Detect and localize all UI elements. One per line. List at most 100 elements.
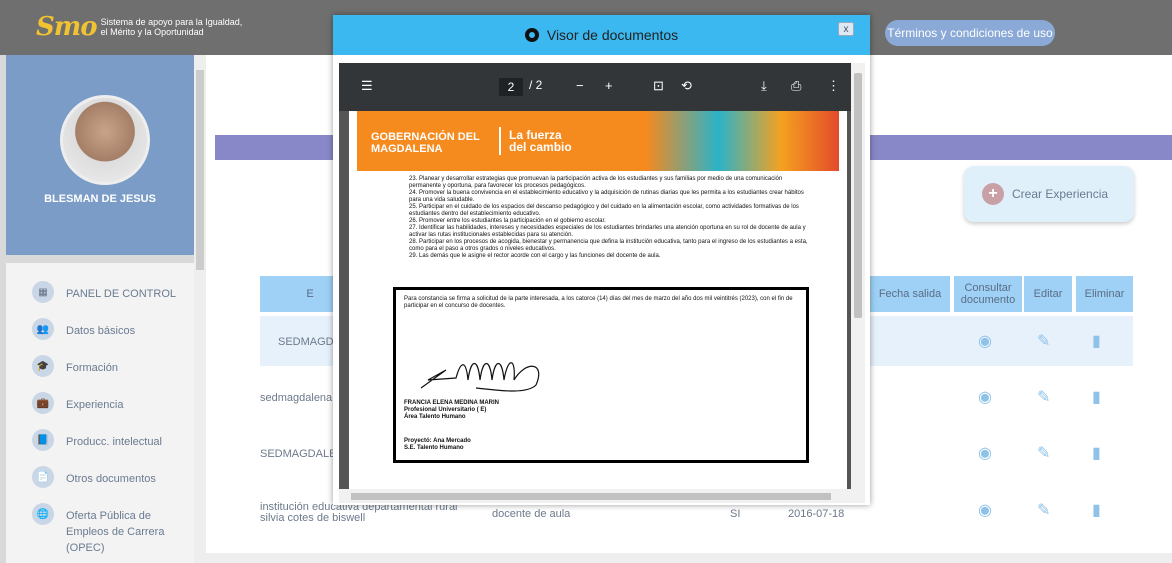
avatar [60,95,150,185]
page-banner: GOBERNACIÓN DEL MAGDALENA La fuerza del … [357,111,839,171]
sidebar-item-label: Oferta Pública de Empleos de Carrera (OP… [66,510,165,554]
crear-experiencia-label: Crear Experiencia [1012,187,1109,201]
column-header-fecha-salida: Fecha salida [870,276,950,312]
pdf-viewer: ☰ 2 / 2 − + ⊡ ⟲ ⤓ ⎙ ⋮ GOBERNACIÓN DEL MA… [339,63,865,503]
app-logo[interactable]: Smo Sistema de apoyo para la Igualdad, e… [36,12,251,42]
sidebar-item-label: Datos básicos [66,325,136,337]
pdf-page: GOBERNACIÓN DEL MAGDALENA La fuerza del … [349,111,847,489]
proyecto-block: Proyectó: Ana Mercado S.E. Talento Human… [404,438,471,452]
doc-item: 24. Promover la buena convivencia en el … [409,190,804,203]
sidebar-menu: ▦ PANEL DE CONTROL 👥 Datos básicos 🎓 For… [6,263,194,563]
trash-icon[interactable]: ▮ [1092,387,1101,407]
zoom-in-icon[interactable]: + [605,78,613,93]
doc-item: 29. Las demás que le asigne el rector ac… [409,253,661,259]
menu-icon[interactable]: ☰ [361,78,373,94]
download-icon[interactable]: ⤓ [761,78,767,94]
signer-name: FRANCIA ELENA MEDINA MARIN [404,400,499,406]
eye-icon[interactable]: ◉ [978,500,992,520]
briefcase-icon: 💼 [32,392,54,414]
plus-icon: + [982,183,1004,205]
banner-divider [499,127,501,155]
sidebar-item-label: Experiencia [66,399,124,411]
column-header-eliminar: Eliminar [1076,276,1133,312]
modal-title: Visor de documentos [546,27,679,43]
pencil-icon[interactable]: ✎ [1037,500,1050,520]
logo-text: Sistema de apoyo para la Igualdad, el Mé… [100,17,243,37]
horizontal-scrollbar[interactable] [206,553,1172,563]
doc-item: 28. Participar en los procesos de acogid… [409,239,808,252]
document-viewer-modal: Visor de documentos x ☰ 2 / 2 − + ⊡ ⟲ ⤓ … [333,15,870,505]
zoom-out-icon[interactable]: − [576,78,584,93]
sidebar: BLESMAN DE JESUS ▦ PANEL DE CONTROL 👥 Da… [0,55,206,563]
doc-item: 23. Planear y desarrollar estrategias qu… [409,176,783,189]
doc-item: 25. Participar en el cuidado de los espa… [409,204,799,217]
trash-icon[interactable]: ▮ [1092,443,1101,463]
eye-icon[interactable]: ◉ [978,387,992,407]
terms-button[interactable]: Términos y condiciones de uso [885,20,1055,46]
viewer-vertical-thumb[interactable] [854,73,862,318]
modal-header: Visor de documentos x [333,15,870,55]
rotate-icon[interactable]: ⟲ [681,78,692,94]
cell-entidad: sedmagdalena [260,392,333,404]
pencil-icon[interactable]: ✎ [1037,331,1050,351]
sidebar-item-panel[interactable]: ▦ PANEL DE CONTROL [6,281,194,303]
signer-area: Área Talento Humano [404,414,466,420]
cell-fecha-ingreso: 2016-07-18 [788,508,845,520]
fit-page-icon[interactable]: ⊡ [653,78,664,94]
eye-icon[interactable]: ◉ [978,443,992,463]
pencil-icon[interactable]: ✎ [1037,443,1050,463]
sidebar-item-experiencia[interactable]: 💼 Experiencia [6,392,194,414]
banner-slogan: La fuerza del cambio [509,128,572,154]
eye-icon[interactable]: ◉ [978,331,992,351]
sidebar-item-produccion[interactable]: 📘 Producc. intelectual [6,429,194,451]
profile-panel: BLESMAN DE JESUS [6,55,194,255]
cell-actual: SI [730,508,741,520]
globe-icon: 🌐 [32,503,54,525]
sidebar-item-label: PANEL DE CONTROL [66,288,177,300]
column-header-consultar: Consultar documento [954,276,1022,312]
crear-experiencia-button[interactable]: + Crear Experiencia [964,166,1134,222]
constancia-text: Para constancia se firma a solicitud de … [404,296,793,309]
trash-icon[interactable]: ▮ [1092,500,1101,520]
print-icon[interactable]: ⎙ [791,78,801,94]
sidebar-item-label: Formación [66,362,118,374]
more-icon[interactable]: ⋮ [827,78,840,94]
sidebar-item-label: Producc. intelectual [66,436,162,448]
sidebar-scroll-thumb[interactable] [196,70,204,270]
cell-entidad: SEDMAGDALE [260,448,337,460]
eye-icon [524,28,539,42]
page-total: / 2 [529,78,543,92]
sidebar-item-label: Otros documentos [66,473,156,485]
document-body: 23. Planear y desarrollar estrategias qu… [409,176,809,260]
signer-block: FRANCIA ELENA MEDINA MARIN Profesional U… [404,400,499,421]
doc-item: 27. Identificar las habilidades, interes… [409,225,806,238]
profile-name: BLESMAN DE JESUS [44,193,156,205]
signature-image [420,362,540,392]
close-button[interactable]: x [838,22,854,36]
proyecto-area: S.E. Talento Humano [404,445,464,451]
sidebar-item-opec[interactable]: 🌐 Oferta Pública de Empleos de Carrera (… [6,503,194,556]
cell-entidad: SEDMAGDA [278,336,341,348]
proyecto-name: Proyectó: Ana Mercado [404,438,471,444]
sidebar-item-datos[interactable]: 👥 Datos básicos [6,318,194,340]
pencil-icon[interactable]: ✎ [1037,387,1050,407]
signer-role: Profesional Universitario ( E) [404,407,487,413]
cell-entidad: institución educativa departamental rura… [260,501,458,524]
doc-item: 26. Promover entre los estudiantes la pa… [409,218,606,224]
dashboard-icon: ▦ [32,281,54,303]
cell-cargo: docente de aula [492,508,571,520]
pdf-toolbar: ☰ 2 / 2 − + ⊡ ⟲ ⤓ ⎙ ⋮ [339,63,851,111]
logo-mark: Smo [36,12,98,42]
signature-box: Para constancia se firma a solicitud de … [393,287,809,463]
book-icon: 📘 [32,429,54,451]
graduation-icon: 🎓 [32,355,54,377]
page-input[interactable]: 2 [499,78,523,96]
file-icon: 📄 [32,466,54,488]
users-icon: 👥 [32,318,54,340]
banner-gobernacion: GOBERNACIÓN DEL MAGDALENA [371,131,480,155]
column-header-editar: Editar [1024,276,1072,312]
sidebar-item-otros[interactable]: 📄 Otros documentos [6,466,194,488]
trash-icon[interactable]: ▮ [1092,331,1101,351]
viewer-horizontal-thumb[interactable] [351,493,831,500]
sidebar-item-formacion[interactable]: 🎓 Formación [6,355,194,377]
